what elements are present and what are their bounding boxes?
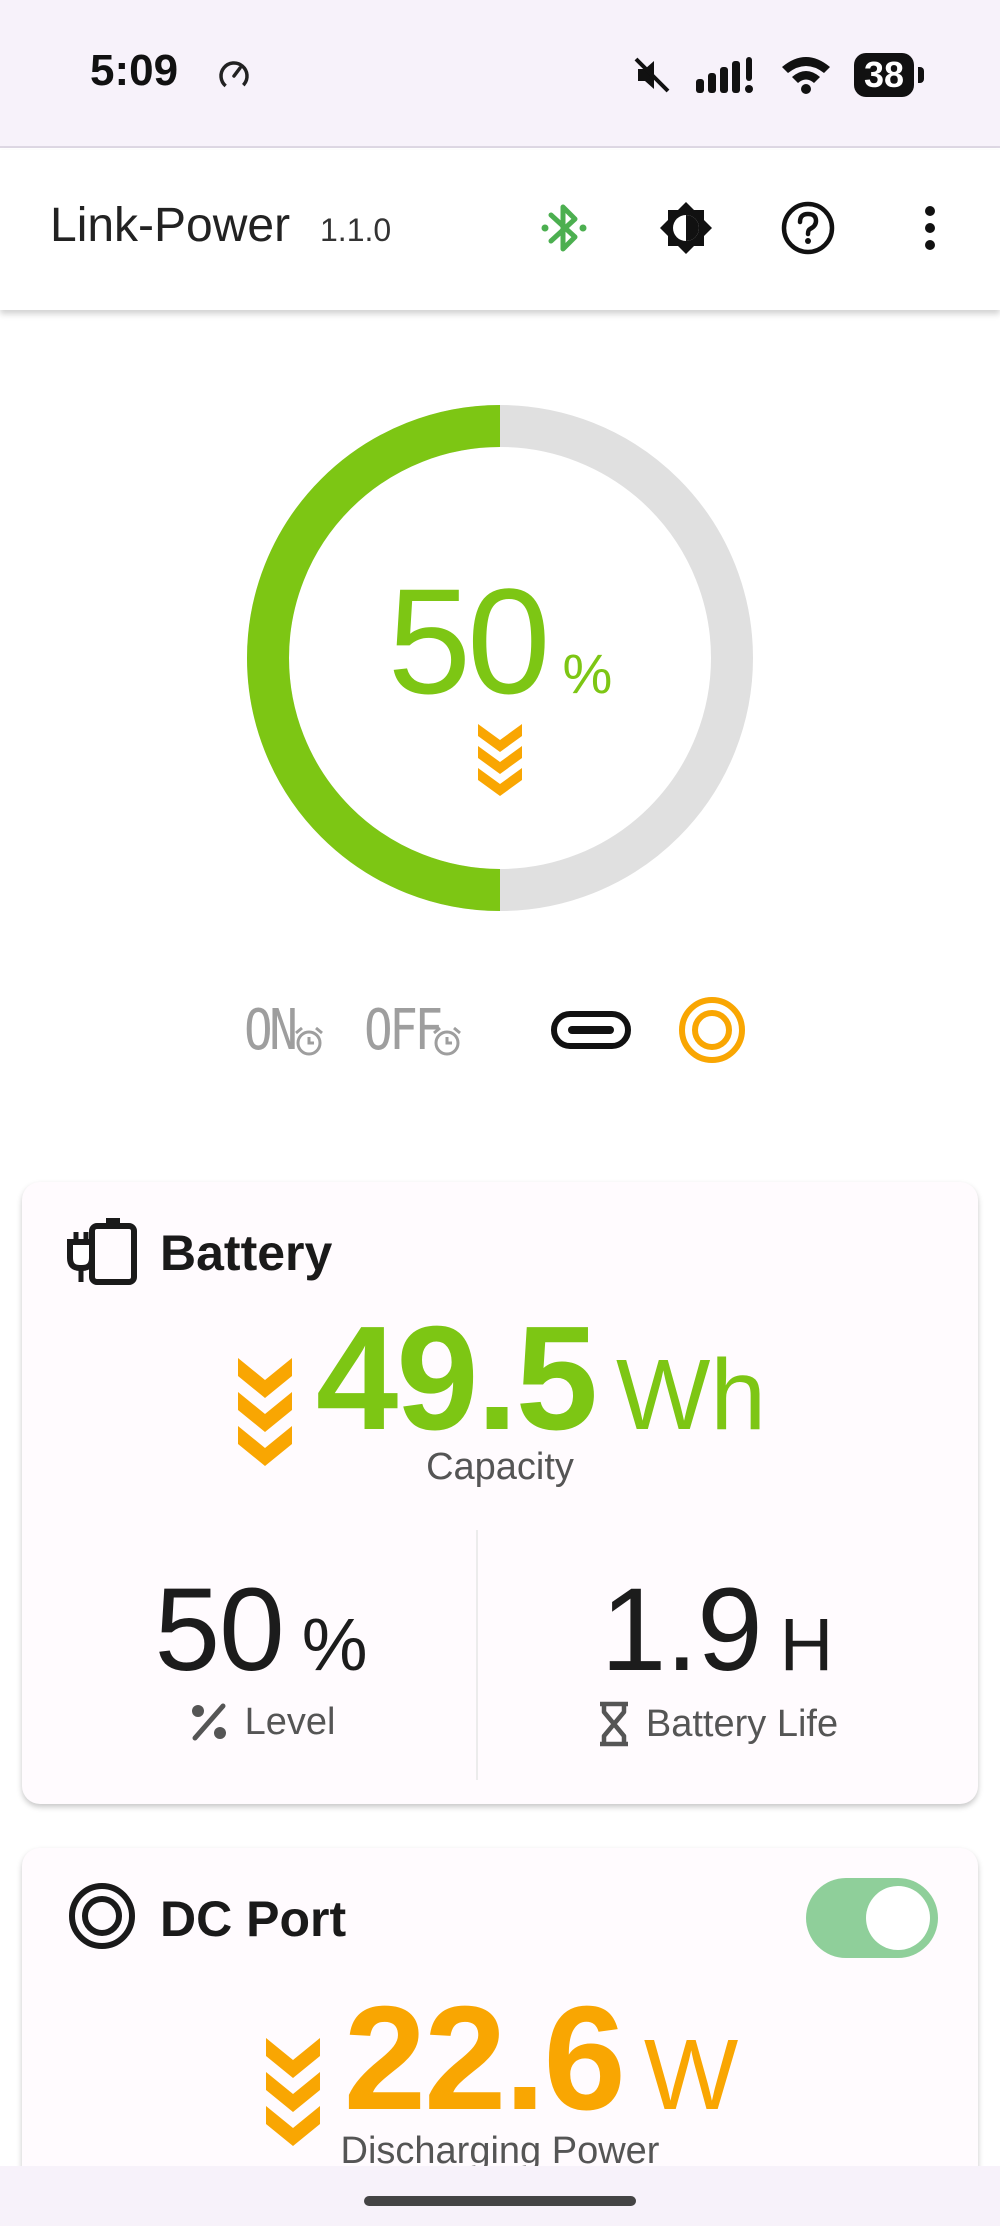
cellular-signal-icon [695,57,753,93]
more-vert-icon [925,206,935,250]
help-icon [781,201,835,255]
discharging-arrows-icon [478,724,522,796]
level-label: Level [244,1700,336,1743]
speed-gauge-icon [219,61,249,91]
battery-status: 38 [853,53,925,97]
home-gesture-handle[interactable] [364,2196,636,2206]
app-version: 1.1.0 [320,212,392,248]
usb-c-port-button[interactable] [550,990,632,1070]
gauge-percent-value: 50 [387,557,551,725]
discharging-power-value: 22.6 [343,1976,626,2141]
hourglass-icon [599,1701,628,1747]
battery-life-label: Battery Life [645,1702,839,1745]
overflow-menu-button[interactable] [898,196,962,260]
app-bar: Link-Power 1.1.0 [0,150,1000,310]
discharging-power-unit: W [643,2019,739,2131]
capacity-value: 49.5 [315,1296,598,1461]
battery-life-unit: H [779,1603,834,1686]
help-button[interactable] [776,196,840,260]
battery-plug-icon [67,1218,137,1285]
status-time: 5:09 [90,46,179,95]
status-icons: 38 [632,50,925,100]
level-stat: 50% Level [22,1562,500,1744]
level-unit: % [301,1603,368,1686]
alarm-clock-icon [295,1026,324,1056]
on-timer-button[interactable]: ON [244,990,325,1070]
gauge-percent-unit: % [562,642,613,705]
gauge-readout: 50% [0,555,1000,728]
capacity-caption: Capacity [426,1446,574,1488]
battery-life-stat: 1.9 H Battery Life [478,1562,956,1748]
mute-icon [634,57,670,93]
mode-row: ON OFF [0,990,1000,1070]
percent-icon [191,1703,226,1741]
battery-card-title: Battery [160,1225,333,1281]
theme-toggle-button[interactable] [654,196,718,260]
battery-card: Battery 49.5 Wh Capacity 50% Level 1.9 H B… [22,1182,978,1804]
off-timer-label: OFF [364,997,443,1063]
dc-port-toggle[interactable] [806,1878,938,1958]
capacity-unit: Wh [616,1339,767,1451]
dc-port-icon [69,1883,135,1949]
bluetooth-icon [541,204,587,252]
off-timer-button[interactable]: OFF [364,990,463,1070]
level-value: 50 [154,1564,284,1696]
status-bar: 5:09 38 [0,0,1000,148]
bluetooth-button[interactable] [532,196,596,260]
usb-c-icon [551,1011,631,1049]
wifi-icon [781,57,830,94]
on-timer-label: ON [244,997,298,1063]
app-title: Link-Power [50,199,291,252]
brightness-icon [660,202,712,254]
toggle-knob [866,1886,930,1950]
dc-port-card-title: DC Port [160,1891,347,1947]
dc-port-button[interactable] [676,990,748,1070]
dc-port-icon [679,997,745,1063]
battery-life-value: 1.9 [600,1564,763,1696]
system-navigation-bar [0,2166,1000,2226]
